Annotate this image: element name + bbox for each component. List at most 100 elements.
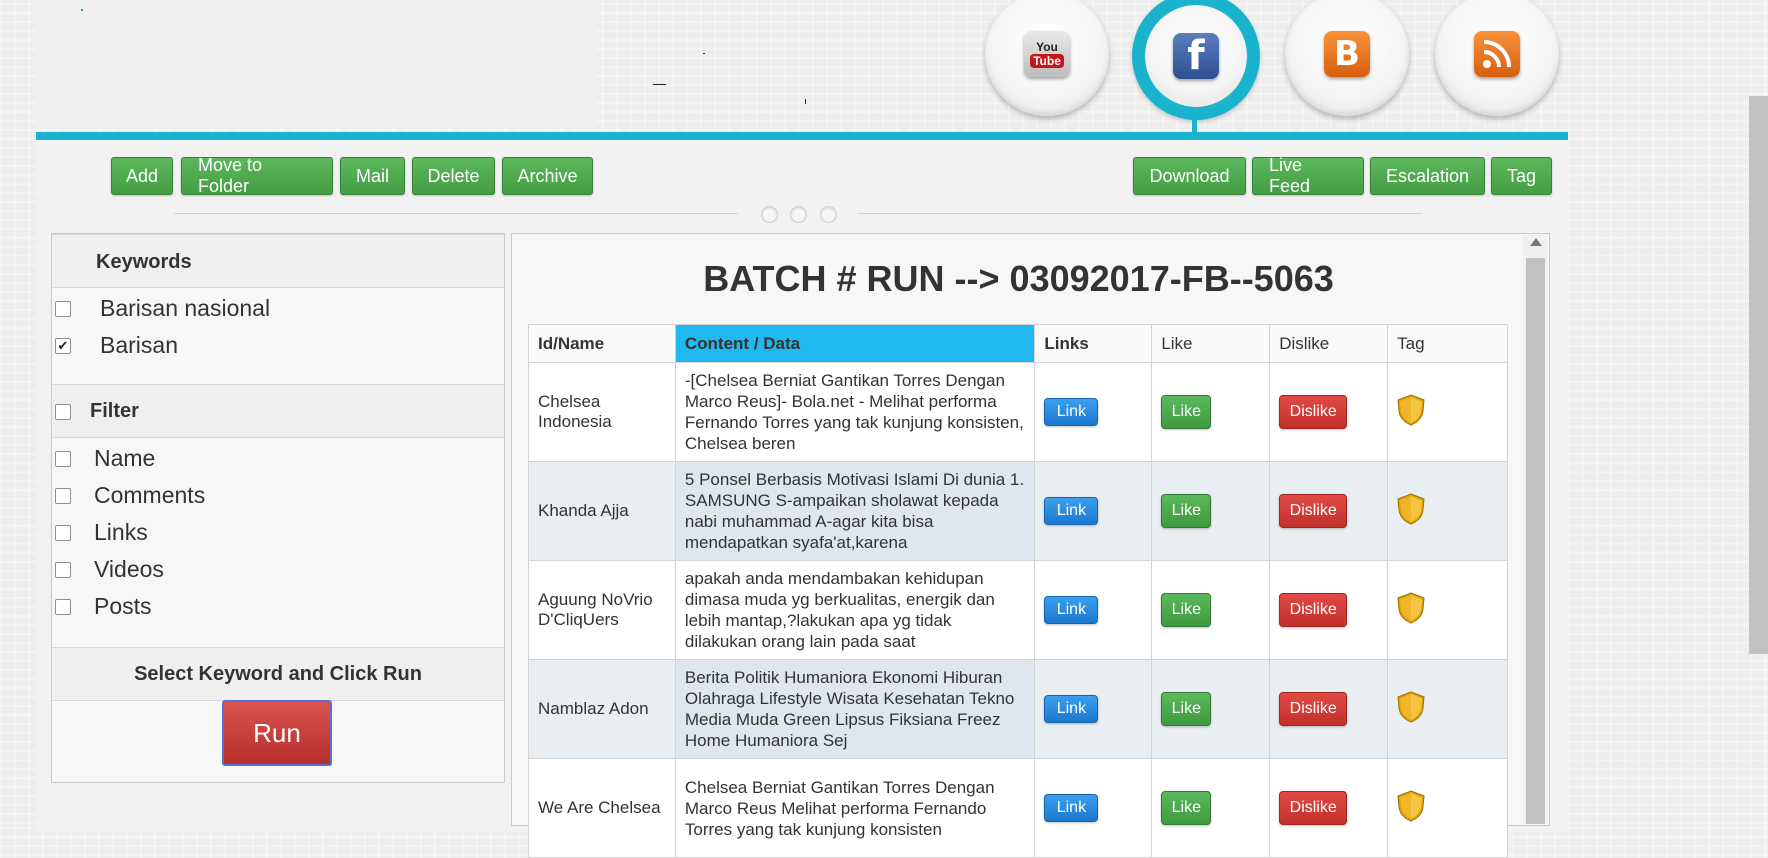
batch-title: BATCH # RUN --> 03092017-FB--5063 bbox=[703, 258, 1334, 299]
filter-item[interactable]: Comments bbox=[52, 482, 205, 509]
filter-item-label: Comments bbox=[94, 482, 206, 508]
youtube-icon-text-bottom: Tube bbox=[1030, 53, 1064, 68]
youtube-icon: You Tube bbox=[1024, 31, 1070, 77]
link-button[interactable]: Link bbox=[1044, 497, 1099, 525]
column-header-content: Content / Data bbox=[674, 324, 1036, 363]
dislike-button[interactable]: Dislike bbox=[1279, 593, 1348, 627]
filter-checkbox[interactable] bbox=[55, 404, 71, 420]
filter-item[interactable]: Posts bbox=[52, 593, 152, 620]
keyword-label: Barisan bbox=[100, 332, 178, 358]
link-button[interactable]: Link bbox=[1044, 794, 1099, 822]
like-button[interactable]: Like bbox=[1161, 395, 1212, 429]
filter-title: Filter bbox=[90, 400, 139, 422]
table-row: Aguung NoVrio D'CliqUers apakah anda men… bbox=[528, 560, 1508, 660]
filter-item-checkbox[interactable] bbox=[55, 561, 71, 578]
banner-speck bbox=[81, 9, 83, 11]
escalation-button[interactable]: Escalation bbox=[1370, 157, 1485, 195]
dislike-button[interactable]: Dislike bbox=[1279, 395, 1348, 429]
column-header-like: Like bbox=[1151, 324, 1271, 363]
shield-icon[interactable] bbox=[1397, 789, 1425, 822]
filter-item-checkbox[interactable] bbox=[55, 487, 71, 504]
like-button[interactable]: Like bbox=[1161, 791, 1212, 825]
link-button[interactable]: Link bbox=[1044, 596, 1099, 624]
add-button[interactable]: Add bbox=[111, 157, 173, 195]
youtube-icon-text-top: You bbox=[1036, 39, 1058, 54]
column-header-dislike: Dislike bbox=[1269, 324, 1389, 363]
mail-button[interactable]: Mail bbox=[340, 157, 405, 195]
youtube-tab[interactable]: You Tube bbox=[985, 0, 1109, 116]
rss-tab[interactable] bbox=[1435, 0, 1559, 116]
tag-button[interactable]: Tag bbox=[1491, 157, 1552, 195]
filter-item-checkbox[interactable] bbox=[55, 598, 71, 615]
row-content: Chelsea Berniat Gantikan Torres Dengan M… bbox=[674, 758, 1036, 858]
row-content: Berita Politik Humaniora Ekonomi Hiburan… bbox=[674, 659, 1036, 759]
shield-icon[interactable] bbox=[1397, 393, 1425, 426]
facebook-tab[interactable]: f bbox=[1132, 0, 1260, 120]
like-button[interactable]: Like bbox=[1161, 593, 1212, 627]
scroll-up-arrow-icon[interactable] bbox=[1530, 238, 1542, 246]
keywords-title: Keywords bbox=[96, 251, 192, 273]
move-to-folder-button[interactable]: Move to Folder bbox=[181, 155, 333, 196]
row-content: apakah anda mendambakan kehidupan dimasa… bbox=[674, 560, 1036, 660]
filter-item[interactable]: Videos bbox=[52, 556, 164, 583]
like-button[interactable]: Like bbox=[1161, 494, 1212, 528]
keywords-header: Keywords bbox=[52, 234, 504, 288]
dislike-button[interactable]: Dislike bbox=[1279, 791, 1348, 825]
results-scrollbar-thumb[interactable] bbox=[1526, 258, 1545, 824]
shield-icon[interactable] bbox=[1397, 591, 1425, 624]
pager-dot[interactable] bbox=[790, 206, 807, 223]
row-content: -[Chelsea Berniat Gantikan Torres Dengan… bbox=[674, 362, 1036, 462]
row-name: Chelsea Indonesia bbox=[528, 362, 676, 462]
row-name: Aguung NoVrio D'CliqUers bbox=[528, 560, 676, 660]
filter-item[interactable]: Name bbox=[52, 445, 155, 472]
table-row: Chelsea Indonesia -[Chelsea Berniat Gant… bbox=[528, 362, 1508, 462]
filter-item[interactable]: Links bbox=[52, 519, 148, 546]
keyword-checkbox[interactable] bbox=[55, 300, 71, 317]
column-header-id: Id/Name bbox=[528, 324, 676, 363]
divider-line-right bbox=[858, 213, 1422, 214]
results-table: Id/Name Content / Data Links Like Dislik… bbox=[528, 324, 1508, 858]
filter-item-label: Links bbox=[94, 519, 148, 545]
keyword-item[interactable]: ✔ Barisan bbox=[52, 332, 178, 359]
blogger-tab[interactable]: B bbox=[1285, 0, 1409, 116]
dislike-button[interactable]: Dislike bbox=[1279, 692, 1348, 726]
row-content: 5 Ponsel Berbasis Motivasi Islami Di dun… bbox=[674, 461, 1036, 561]
divider-line-left bbox=[174, 213, 738, 214]
column-header-tag: Tag bbox=[1387, 324, 1508, 363]
blogger-icon: B bbox=[1324, 31, 1370, 77]
link-button[interactable]: Link bbox=[1044, 695, 1099, 723]
header-banner bbox=[36, 0, 596, 128]
table-row: Khanda Ajja 5 Ponsel Berbasis Motivasi I… bbox=[528, 461, 1508, 561]
delete-button[interactable]: Delete bbox=[412, 157, 495, 195]
keyword-item[interactable]: Barisan nasional bbox=[52, 295, 270, 322]
download-button[interactable]: Download bbox=[1133, 157, 1246, 195]
row-name: Namblaz Adon bbox=[528, 659, 676, 759]
banner-speck bbox=[703, 53, 705, 54]
facebook-icon: f bbox=[1173, 33, 1219, 79]
pager-dot[interactable] bbox=[761, 206, 778, 223]
dislike-button[interactable]: Dislike bbox=[1279, 494, 1348, 528]
shield-icon[interactable] bbox=[1397, 690, 1425, 723]
pager-dot[interactable] bbox=[820, 206, 837, 223]
facebook-glyph: f bbox=[1187, 33, 1205, 79]
keyword-checkbox[interactable]: ✔ bbox=[55, 337, 71, 354]
page-scrollbar-thumb[interactable] bbox=[1749, 96, 1768, 654]
column-header-links: Links bbox=[1034, 324, 1153, 363]
banner-speck bbox=[805, 99, 806, 104]
run-section-header: Select Keyword and Click Run bbox=[52, 647, 504, 701]
shield-icon[interactable] bbox=[1397, 492, 1425, 525]
like-button[interactable]: Like bbox=[1161, 692, 1212, 726]
link-button[interactable]: Link bbox=[1044, 398, 1099, 426]
banner-speck bbox=[653, 84, 666, 85]
rss-glyph bbox=[1483, 40, 1511, 68]
blogger-glyph: B bbox=[1334, 34, 1360, 74]
filter-item-label: Videos bbox=[94, 556, 164, 582]
live-feed-button[interactable]: Live Feed bbox=[1252, 155, 1364, 196]
run-button[interactable]: Run bbox=[222, 700, 332, 766]
table-header-row: Id/Name Content / Data Links Like Dislik… bbox=[528, 324, 1508, 363]
run-section-title: Select Keyword and Click Run bbox=[134, 663, 422, 685]
filter-header: Filter bbox=[52, 384, 504, 438]
archive-button[interactable]: Archive bbox=[502, 157, 593, 195]
filter-item-checkbox[interactable] bbox=[55, 450, 71, 467]
filter-item-checkbox[interactable] bbox=[55, 524, 71, 541]
